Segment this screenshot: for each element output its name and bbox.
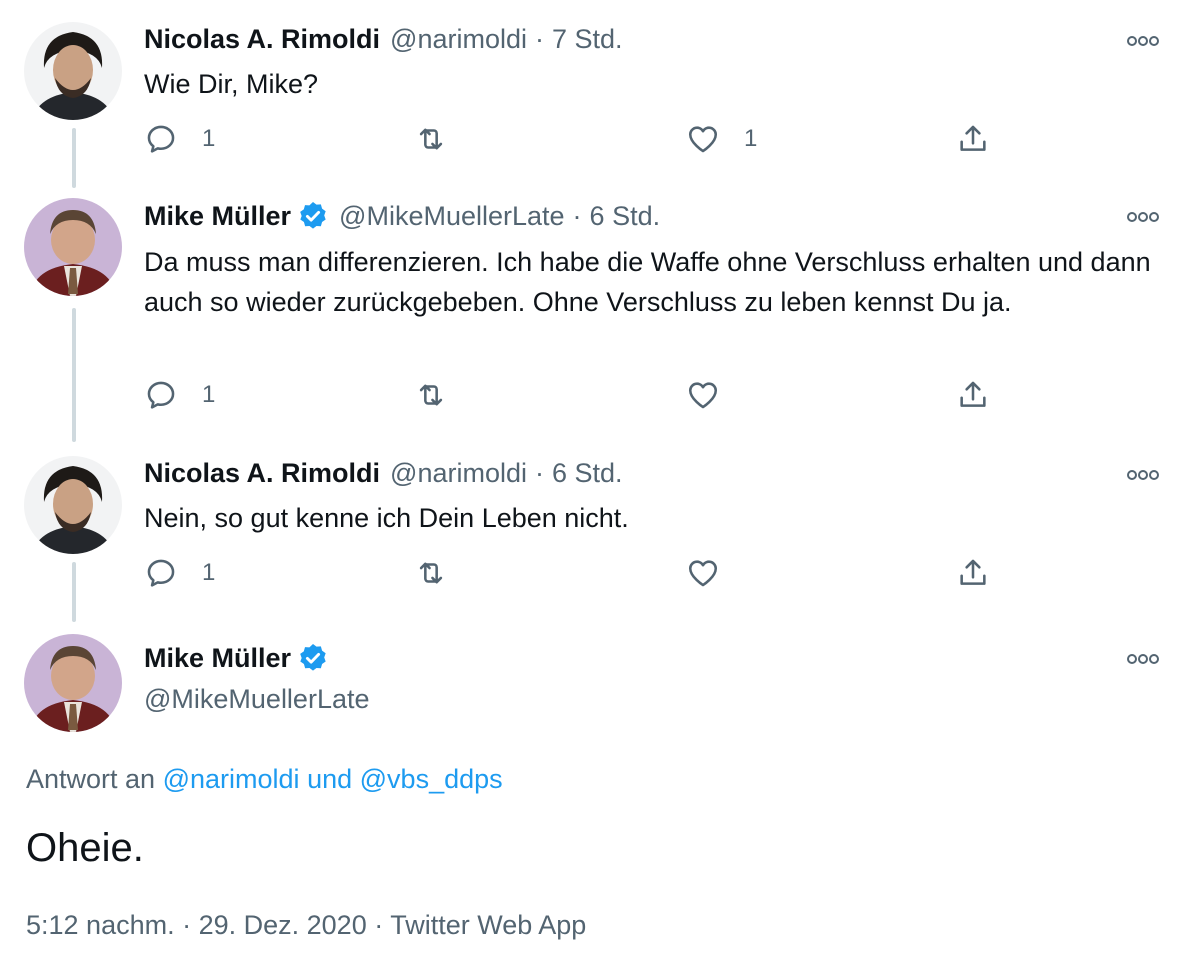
heart-icon xyxy=(688,560,718,587)
retweet-icon xyxy=(419,128,443,150)
more-icon[interactable] xyxy=(1126,210,1160,224)
verified-badge-icon xyxy=(300,202,326,229)
mention-link[interactable]: @narimoldi xyxy=(163,764,300,794)
tweet-header: Mike Müller @MikeMuellerLate · 6 Std. xyxy=(144,200,660,232)
avatar[interactable] xyxy=(24,634,122,732)
verified-badge-icon xyxy=(300,644,326,671)
like-button[interactable]: 1 xyxy=(686,122,757,156)
reply-icon xyxy=(147,381,175,409)
tweet-actions: 1 1 xyxy=(144,122,1004,162)
tweet-time[interactable]: 6 Std. xyxy=(590,201,661,232)
reply-count: 1 xyxy=(202,381,216,408)
author-handle[interactable]: @MikeMuellerLate xyxy=(144,684,370,715)
retweet-button[interactable] xyxy=(414,378,448,412)
tweet-text: Nein, so gut kenne ich Dein Leben nicht. xyxy=(144,503,629,533)
author-handle[interactable]: @narimoldi xyxy=(390,458,527,489)
author-name[interactable]: Nicolas A. Rimoldi xyxy=(144,458,380,489)
tweet-time[interactable]: 7 Std. xyxy=(552,24,623,55)
tweet-header: Nicolas A. Rimoldi @narimoldi · 6 Std. xyxy=(144,458,623,489)
like-button[interactable] xyxy=(686,378,720,412)
tweet-timestamp[interactable]: 5:12 nachm. · 29. Dez. 2020 · Twitter We… xyxy=(26,910,586,941)
retweet-icon xyxy=(419,562,443,584)
heart-icon xyxy=(688,382,718,409)
author-name[interactable]: Mike Müller xyxy=(144,643,291,674)
author-handle[interactable]: @narimoldi xyxy=(390,24,527,55)
retweet-button[interactable] xyxy=(414,556,448,590)
reply-button[interactable]: 1 xyxy=(144,122,215,156)
tweet-text: Da muss man differenzieren. Ich habe die… xyxy=(144,247,1151,317)
share-button[interactable] xyxy=(956,378,990,412)
reply-icon xyxy=(147,559,175,587)
thread-line xyxy=(72,562,76,622)
more-icon[interactable] xyxy=(1126,652,1160,666)
focus-author: Mike Müller xyxy=(144,642,329,674)
reply-button[interactable]: 1 xyxy=(144,378,215,412)
heart-icon xyxy=(688,126,718,153)
reply-button[interactable]: 1 xyxy=(144,556,215,590)
share-button[interactable] xyxy=(956,122,990,156)
share-button[interactable] xyxy=(956,556,990,590)
tweet-text: Wie Dir, Mike? xyxy=(144,69,319,99)
separator-dot: · xyxy=(535,24,544,54)
like-count: 1 xyxy=(744,125,758,152)
reply-count: 1 xyxy=(202,125,216,152)
thread-line xyxy=(72,128,76,188)
reply-count: 1 xyxy=(202,559,216,586)
separator-dot: · xyxy=(535,458,544,488)
tweet-header: Nicolas A. Rimoldi @narimoldi · 7 Std. xyxy=(144,24,623,55)
like-button[interactable] xyxy=(686,556,720,590)
avatar[interactable] xyxy=(24,22,122,120)
tweet-actions: 1 xyxy=(144,556,1004,596)
more-icon[interactable] xyxy=(1126,468,1160,482)
share-icon xyxy=(960,559,986,585)
more-icon[interactable] xyxy=(1126,34,1160,48)
tweet-time[interactable]: 6 Std. xyxy=(552,458,623,489)
tweet-actions: 1 xyxy=(144,378,1004,418)
avatar[interactable] xyxy=(24,198,122,296)
tweet-text: Oheie. xyxy=(26,826,144,870)
retweet-button[interactable] xyxy=(414,122,448,156)
reply-icon xyxy=(147,125,175,153)
author-name[interactable]: Mike Müller xyxy=(144,201,291,232)
share-icon xyxy=(960,381,986,407)
reply-prefix: Antwort an xyxy=(26,764,156,794)
retweet-icon xyxy=(419,384,443,406)
share-icon xyxy=(960,125,986,151)
separator-dot: · xyxy=(572,200,582,231)
avatar[interactable] xyxy=(24,456,122,554)
reply-context: Antwort an @narimoldi und @vbs_ddps xyxy=(26,764,503,795)
reply-conjunction[interactable]: und xyxy=(307,764,352,794)
author-name[interactable]: Nicolas A. Rimoldi xyxy=(144,24,380,55)
thread-line xyxy=(72,308,76,442)
mention-link[interactable]: @vbs_ddps xyxy=(360,764,503,794)
author-handle[interactable]: @MikeMuellerLate xyxy=(339,201,565,232)
